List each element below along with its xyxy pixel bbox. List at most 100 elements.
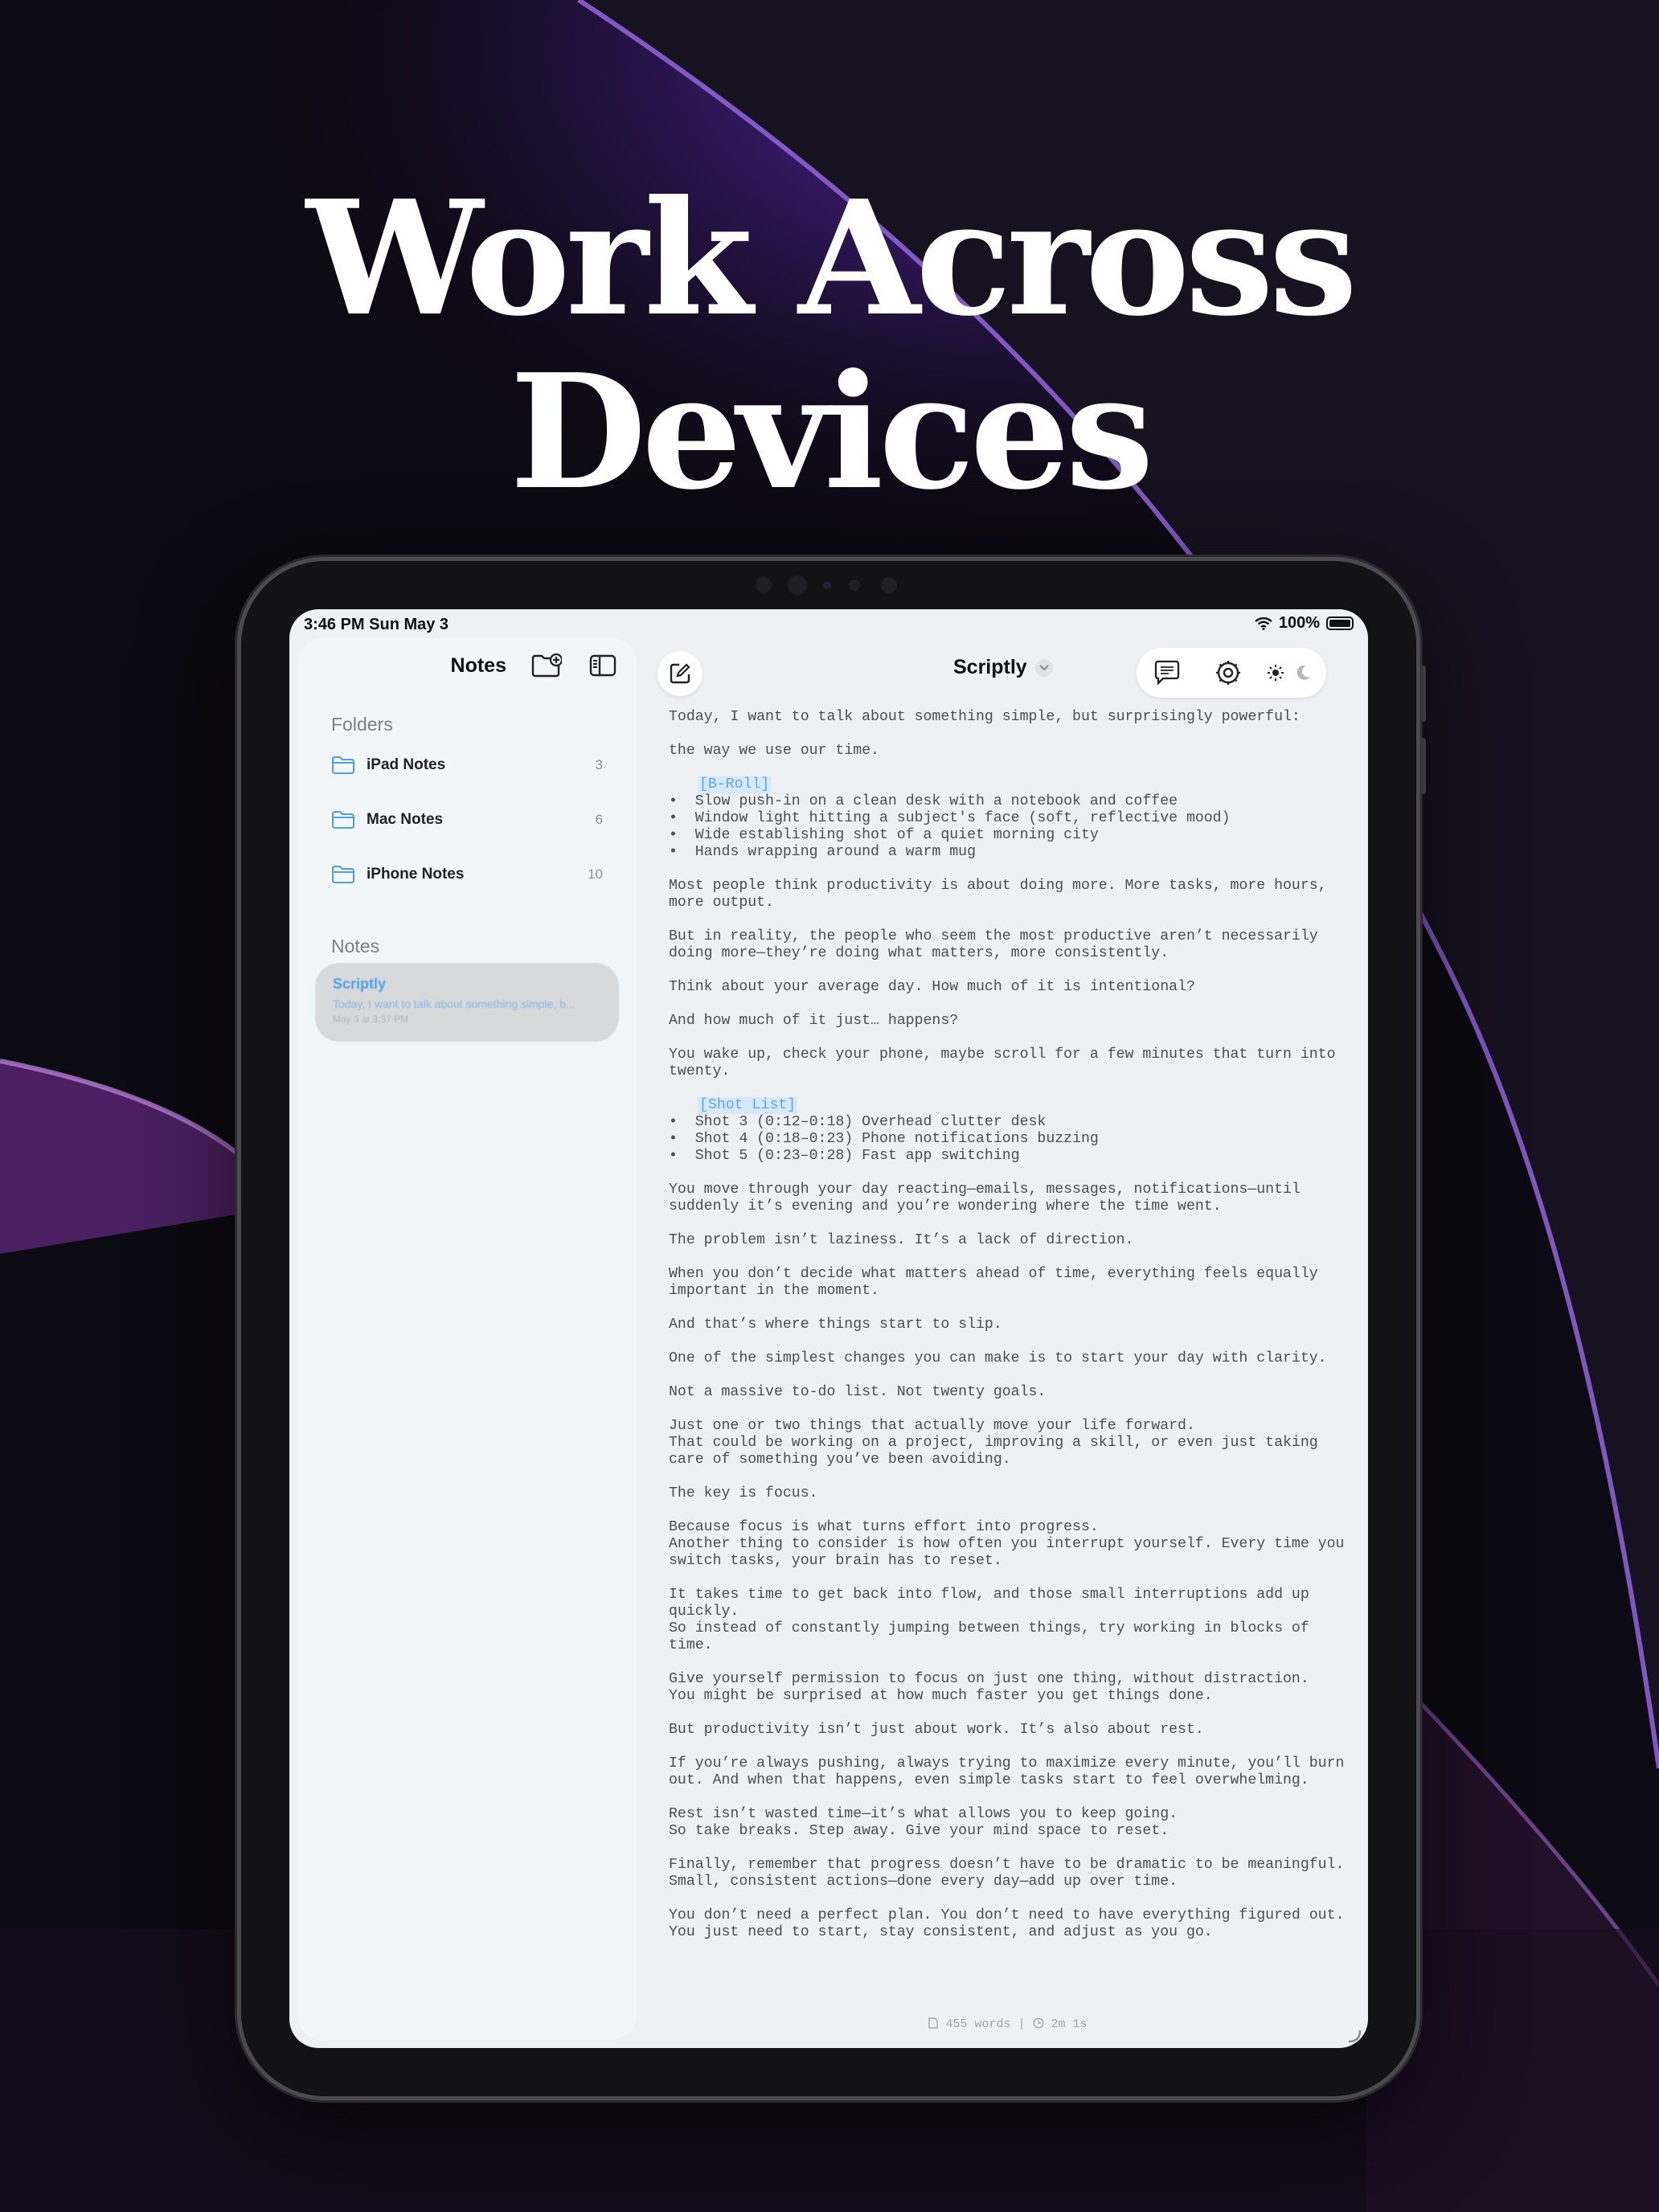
folder-add-icon <box>531 653 562 678</box>
shot-list-block: [Shot List] • Shot 3 (0:12–0:18) Overhea… <box>669 1097 1352 1165</box>
folder-name: iPhone Notes <box>367 866 465 883</box>
paragraph: But in reality, the people who seem the … <box>669 928 1318 961</box>
line: Give yourself permission to focus on jus… <box>669 1671 1309 1687</box>
status-time: 3:46 PM Sun May 3 <box>304 616 449 633</box>
ipad-device-frame: 3:46 PM Sun May 3 100% Notes Folders iPa… <box>241 561 1426 2096</box>
editor-pane: Scriptly Today, I want to talk about som… <box>648 638 1368 2048</box>
folder-icon <box>332 866 354 883</box>
sidebar-toggle-button[interactable] <box>587 649 619 682</box>
battery-icon <box>1326 616 1354 630</box>
appearance-toggle[interactable] <box>1267 664 1312 682</box>
ipad-screen: 3:46 PM Sun May 3 100% Notes Folders iPa… <box>289 609 1368 2048</box>
read-duration: 2m 1s <box>1051 2017 1088 2031</box>
folder-name: iPad Notes <box>367 756 446 773</box>
document-title: Scriptly <box>953 656 1027 678</box>
document-stats: 455 words | 2m 1s <box>648 2017 1368 2031</box>
paragraph: Think about your average day. How much o… <box>669 979 1195 995</box>
document-icon <box>928 2017 939 2029</box>
broll-block: [B-Roll] • Slow push-in on a clean desk … <box>669 776 1352 861</box>
sidebar: Notes Folders iPad Notes 3 Mac Notes 6 i… <box>297 638 637 2040</box>
compose-icon <box>670 663 690 684</box>
note-preview: Today, I want to talk about something si… <box>333 997 576 1010</box>
folder-icon <box>332 811 354 829</box>
paragraph: Because focus is what turns effort into … <box>669 1519 1352 1570</box>
list-item: • Shot 5 (0:23–0:28) Fast app switching <box>669 1148 1020 1164</box>
paragraph: It takes time to get back into flow, and… <box>669 1587 1352 1654</box>
word-count: 455 words <box>945 2017 1011 2031</box>
new-folder-button[interactable] <box>530 649 563 682</box>
broll-tag: [B-Roll] <box>698 776 772 793</box>
folder-count: 10 <box>588 866 603 882</box>
notes-section-label: Notes <box>331 936 380 956</box>
chevron-down-icon <box>1034 658 1053 677</box>
toolbar-group <box>1137 648 1326 698</box>
sidebar-toggle-icon <box>589 654 616 677</box>
document-title-menu[interactable]: Scriptly <box>953 656 1053 679</box>
list-item: • Hands wrapping around a warm mug <box>669 844 976 860</box>
folder-item[interactable]: iPhone Notes 10 <box>331 855 603 894</box>
volume-button <box>1421 738 1426 794</box>
battery-percent: 100% <box>1278 614 1320 632</box>
settings-icon <box>1216 661 1240 685</box>
note-title: Scriptly <box>333 976 387 992</box>
clock-icon <box>1033 2017 1044 2029</box>
line: Just one or two things that actually mov… <box>669 1418 1195 1434</box>
paragraph: You move through your day reacting—email… <box>669 1182 1301 1215</box>
moon-icon <box>1296 665 1310 680</box>
paragraph: And how much of it just… happens? <box>669 1013 959 1029</box>
settings-button[interactable] <box>1212 657 1244 689</box>
list-item: • Shot 4 (0:18–0:23) Phone notifications… <box>669 1131 1099 1147</box>
paragraph: Rest isn’t wasted time—it’s what allows … <box>669 1806 1352 1840</box>
teleprompter-button[interactable] <box>1151 657 1183 689</box>
volume-button <box>1421 666 1426 722</box>
note-date: May 3 at 3:37 PM <box>333 1014 409 1025</box>
sun-icon <box>1268 665 1284 681</box>
line: You just need to start, stay consistent,… <box>669 1924 1213 1940</box>
list-item: • Wide establishing shot of a quiet morn… <box>669 827 1099 843</box>
line: Another thing to consider is how often y… <box>669 1536 1345 1569</box>
camera-array <box>739 576 932 596</box>
line: You might be surprised at how much faste… <box>669 1688 1213 1704</box>
folder-name: Mac Notes <box>367 811 444 828</box>
stats-separator: | <box>1018 2017 1026 2031</box>
paragraph: the way we use our time. <box>669 743 879 759</box>
sidebar-title: Notes <box>450 653 506 677</box>
folder-item[interactable]: iPad Notes 3 <box>331 746 603 784</box>
sidebar-header: Notes <box>451 649 619 682</box>
line: That could be working on a project, impr… <box>669 1435 1318 1468</box>
line: Small, consistent actions—done every day… <box>669 1874 1178 1890</box>
headline: Work Across Devices <box>305 166 1358 525</box>
folder-item[interactable]: Mac Notes 6 <box>331 801 603 839</box>
line: So take breaks. Step away. Give your min… <box>669 1823 1169 1839</box>
list-item: • Window light hitting a subject's face … <box>669 810 1231 826</box>
folder-count: 6 <box>595 812 603 827</box>
line: So instead of constantly jumping between… <box>669 1620 1309 1653</box>
folder-count: 3 <box>595 757 603 772</box>
compose-button[interactable] <box>657 651 703 696</box>
shot-list-tag: [Shot List] <box>698 1097 798 1114</box>
folder-icon <box>332 756 354 774</box>
paragraph: You wake up, check your phone, maybe scr… <box>669 1047 1336 1079</box>
line: It takes time to get back into flow, and… <box>669 1587 1309 1620</box>
paragraph: And that’s where things start to slip. <box>669 1317 1002 1333</box>
paragraph: Today, I want to talk about something si… <box>669 709 1301 725</box>
line: Rest isn’t wasted time—it’s what allows … <box>669 1806 1178 1822</box>
paragraph: When you don’t decide what matters ahead… <box>669 1266 1318 1299</box>
paragraph: Finally, remember that progress doesn’t … <box>669 1857 1352 1890</box>
paragraph: One of the simplest changes you can make… <box>669 1350 1327 1366</box>
paragraph: You don’t need a perfect plan. You don’t… <box>669 1907 1352 1941</box>
folders-section-label: Folders <box>331 714 393 735</box>
paragraph: The problem isn’t laziness. It’s a lack … <box>669 1232 1134 1248</box>
teleprompter-icon <box>1154 660 1180 686</box>
list-item: • Slow push-in on a clean desk with a no… <box>669 793 1178 809</box>
paragraph: Most people think productivity is about … <box>669 878 1327 911</box>
resize-handle-icon[interactable] <box>1344 2026 1362 2043</box>
paragraph: Give yourself permission to focus on jus… <box>669 1671 1352 1705</box>
line: Finally, remember that progress doesn’t … <box>669 1857 1345 1873</box>
paragraph: Not a massive to-do list. Not twenty goa… <box>669 1384 1047 1400</box>
note-list-item[interactable]: Scriptly Today, I want to talk about som… <box>315 963 619 1042</box>
paragraph: Just one or two things that actually mov… <box>669 1418 1352 1469</box>
script-editor[interactable]: Today, I want to talk about something si… <box>669 709 1352 2005</box>
status-bar: 3:46 PM Sun May 3 100% <box>289 609 1368 638</box>
list-item: • Shot 3 (0:12–0:18) Overhead clutter de… <box>669 1114 1047 1130</box>
